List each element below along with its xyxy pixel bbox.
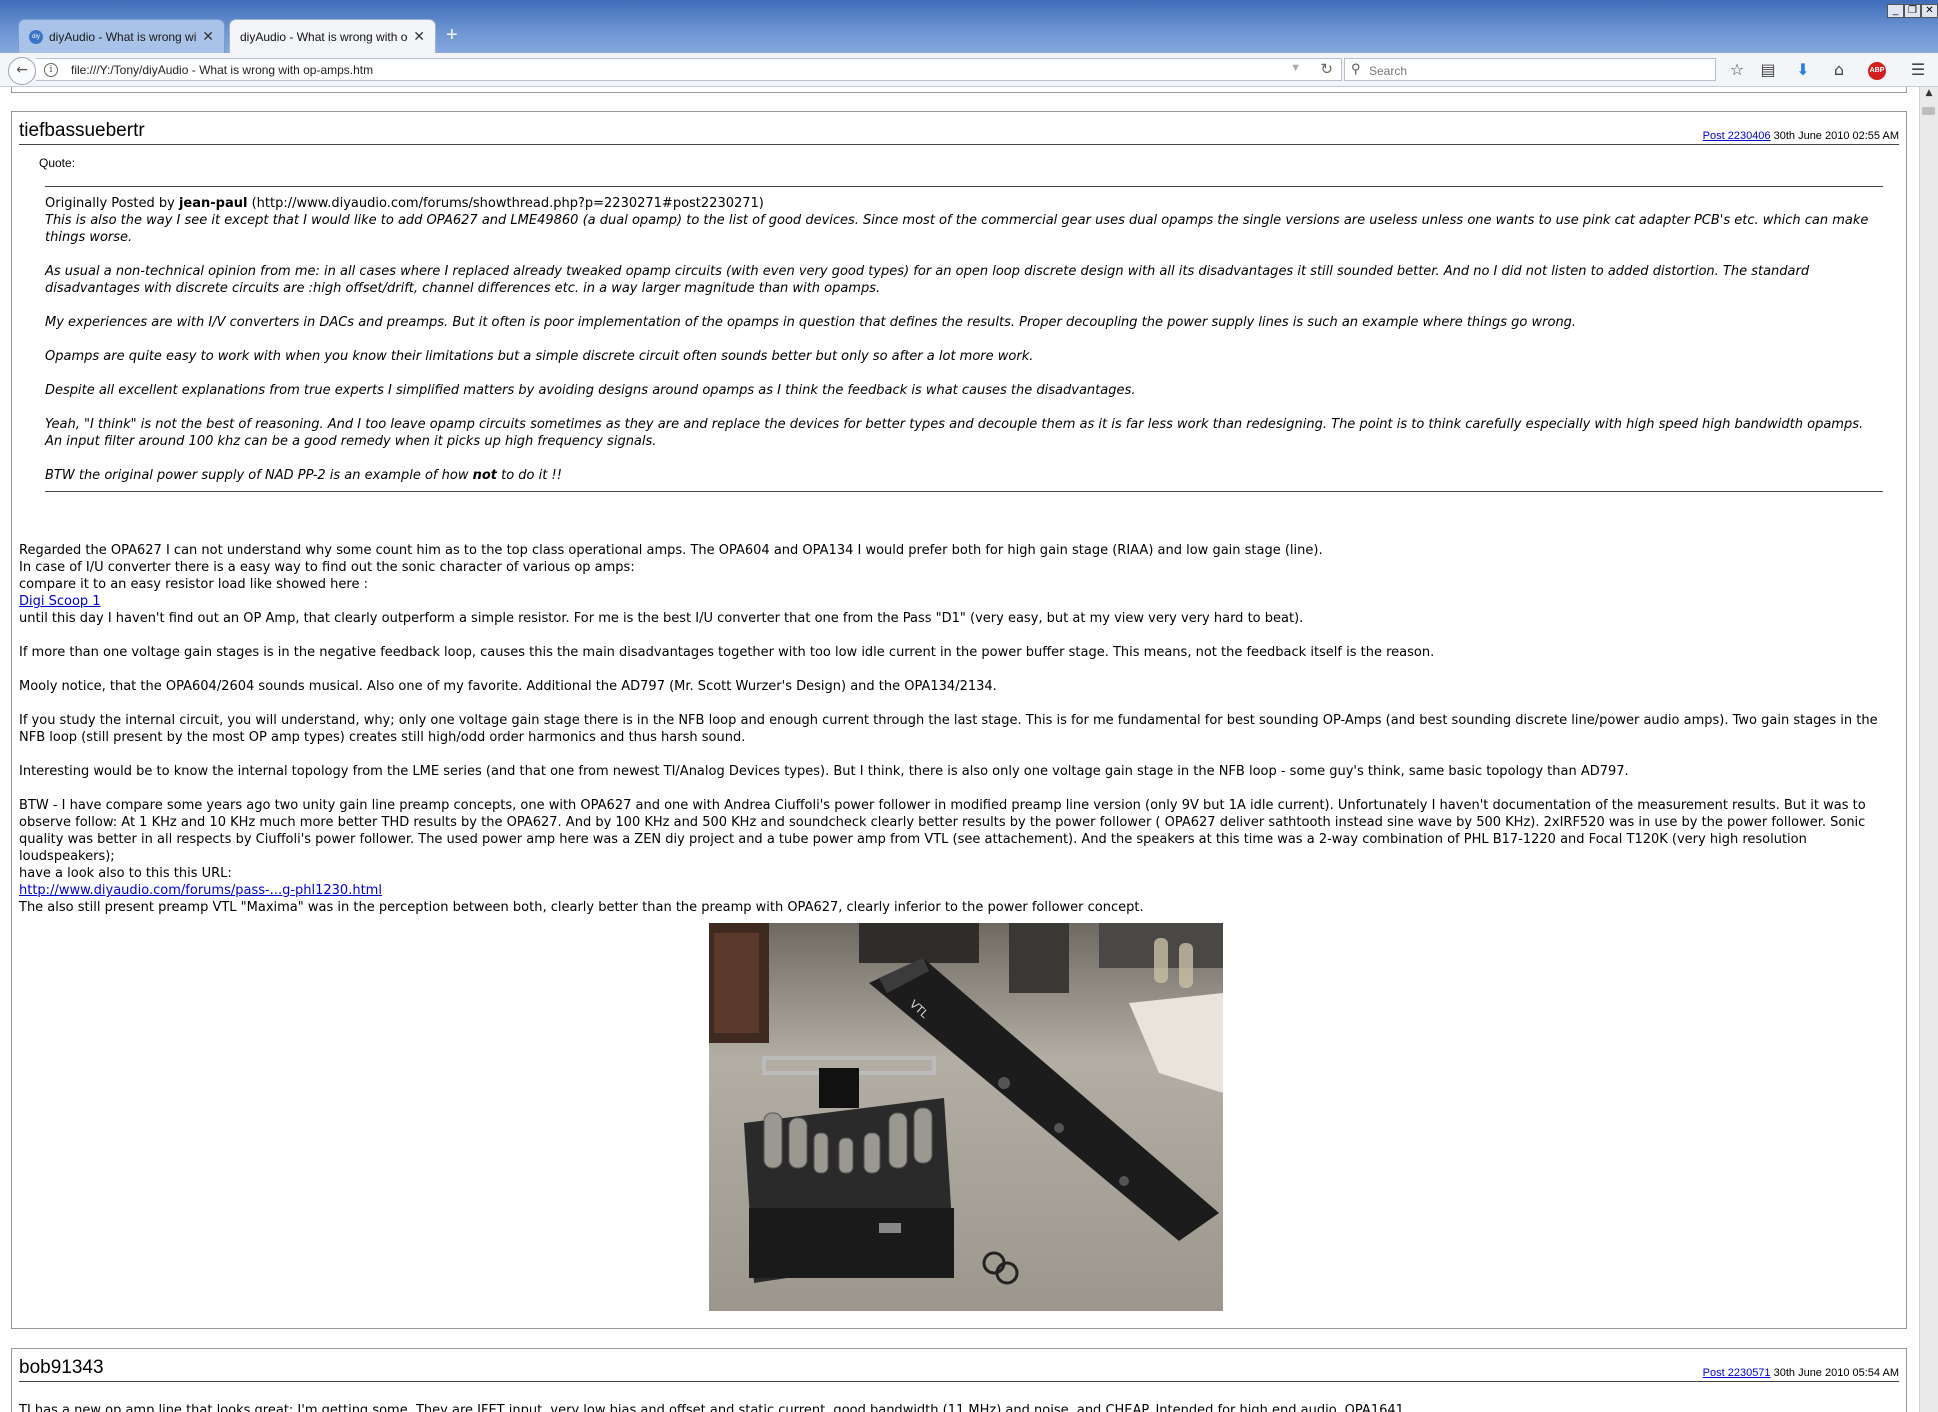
post-author: tiefbassuebertr (19, 120, 145, 141)
post-body: Regarded the OPA627 I can not understand… (19, 542, 1905, 916)
search-icon: ⚲ (1351, 61, 1361, 76)
tab-close-icon[interactable]: ✕ (413, 28, 425, 45)
address-bar[interactable]: i file:///Y:/Tony/diyAudio - What is wro… (36, 58, 1342, 81)
info-icon[interactable]: i (44, 63, 58, 77)
quote-text: to do it !! (496, 468, 562, 483)
tab-title: diyAudio - What is wrong with op-amps (240, 29, 408, 44)
scroll-up-arrow-icon[interactable]: ▲ (1922, 88, 1936, 102)
quote-author: jean-paul (178, 196, 248, 211)
body-paragraph: Interesting would be to know the interna… (19, 764, 1629, 779)
search-input[interactable]: ⚲ Search (1344, 58, 1716, 81)
quote-paragraph: Despite all excellent explanations from … (45, 383, 1136, 398)
adblock-icon[interactable]: ABP (1868, 62, 1886, 80)
post-date: 30th June 2010 05:54 AM (1773, 1367, 1899, 1379)
quote-bold: not (472, 468, 497, 483)
diyaudio-favicon-icon: diy (29, 29, 43, 44)
download-icon[interactable]: ⬇ (1792, 59, 1814, 81)
quote-paragraph: As usual a non-technical opinion from me… (45, 264, 1810, 296)
amplifier-photo-drawing: VTL (709, 923, 1223, 1311)
body-line: Regarded the OPA627 I can not understand… (19, 543, 1323, 558)
maximize-icon[interactable]: ❐ (1904, 4, 1921, 18)
quote-source-url: (http://www.diyaudio.com/forums/showthre… (251, 196, 764, 211)
post-header: tiefbassuebertr Post 2230406 30th June 2… (19, 118, 1899, 145)
previous-post-border (11, 87, 1907, 93)
post-meta: Post 2230406 30th June 2010 02:55 AM (1703, 128, 1899, 145)
title-bar: diy diyAudio - What is wrong with op-amp… (0, 0, 1938, 53)
chevron-down-icon[interactable]: ▼ (1290, 62, 1301, 74)
attached-photo[interactable]: VTL (709, 923, 1223, 1311)
body-line: In case of I/U converter there is a easy… (19, 560, 635, 575)
body-line: until this day I haven't find out an OP … (19, 611, 1304, 626)
quote-text: BTW the original power supply of NAD PP-… (45, 468, 473, 483)
back-arrow-icon[interactable]: ← (8, 57, 36, 85)
body-line: The also still present preamp VTL "Maxim… (19, 900, 1144, 915)
quote-attribution: Originally Posted by jean-paul (http://w… (45, 195, 1883, 212)
forum-post: tiefbassuebertr Post 2230406 30th June 2… (11, 111, 1907, 1329)
post-body: TI has a new op amp line that looks grea… (19, 1403, 1404, 1412)
quote-paragraph: My experiences are with I/V converters i… (45, 315, 1577, 330)
post-meta: Post 2230571 30th June 2010 05:54 AM (1703, 1365, 1899, 1382)
close-window-icon[interactable]: ✕ (1921, 4, 1938, 18)
quote-paragraph: Yeah, "I think" is not the best of reaso… (45, 417, 1864, 449)
quote-paragraph: Opamps are quite easy to work with when … (45, 349, 1034, 364)
post-link[interactable]: Post 2230571 (1703, 1367, 1771, 1379)
body-line: have a look also to this this URL: (19, 866, 232, 881)
body-paragraph: If you study the internal circuit, you w… (19, 713, 1878, 745)
quote-label: Quote: (39, 156, 76, 170)
page-content: tiefbassuebertr Post 2230406 30th June 2… (0, 87, 1919, 1412)
tab-title: diyAudio - What is wrong with op-amps (49, 29, 197, 44)
new-tab-button[interactable]: + (446, 24, 458, 47)
body-line: compare it to an easy resistor load like… (19, 577, 368, 592)
quote-block: Originally Posted by jean-paul (http://w… (45, 186, 1883, 492)
menu-icon[interactable]: ☰ (1907, 59, 1929, 81)
quote-paragraph: BTW the original power supply of NAD PP-… (45, 467, 1883, 484)
navigation-toolbar: ← i file:///Y:/Tony/diyAudio - What is w… (0, 53, 1938, 87)
quote-prefix: Originally Posted by (45, 196, 179, 211)
scrollbar-thumb[interactable] (1922, 107, 1935, 115)
post-header: bob91343 Post 2230571 30th June 2010 05:… (19, 1355, 1899, 1382)
bookmark-star-icon[interactable]: ☆ (1726, 59, 1748, 81)
tab-close-icon[interactable]: ✕ (202, 28, 214, 45)
tab-inactive[interactable]: diy diyAudio - What is wrong with op-amp… (18, 19, 225, 53)
tab-active[interactable]: diyAudio - What is wrong with op-amps ✕ (229, 19, 436, 53)
body-paragraph: BTW - I have compare some years ago two … (19, 798, 1866, 864)
reload-icon[interactable]: ↻ (1320, 60, 1333, 78)
vertical-scrollbar[interactable]: ▲ (1919, 87, 1938, 1412)
post-author: bob91343 (19, 1357, 104, 1378)
url-text[interactable]: file:///Y:/Tony/diyAudio - What is wrong… (71, 63, 373, 77)
body-paragraph: Mooly notice, that the OPA604/2604 sound… (19, 679, 997, 694)
body-paragraph: If more than one voltage gain stages is … (19, 645, 1435, 660)
minimize-icon[interactable]: _ (1887, 4, 1904, 18)
quote-paragraph: This is also the way I see it except tha… (45, 213, 1869, 245)
forum-post: bob91343 Post 2230571 30th June 2010 05:… (11, 1348, 1907, 1412)
digi-scoop-link[interactable]: Digi Scoop 1 (19, 594, 101, 609)
external-url-link[interactable]: http://www.diyaudio.com/forums/pass-...g… (19, 883, 382, 898)
search-placeholder: Search (1369, 64, 1408, 78)
post-link[interactable]: Post 2230406 (1703, 130, 1771, 142)
home-icon[interactable]: ⌂ (1828, 59, 1850, 81)
reading-list-icon[interactable]: ▤ (1757, 59, 1779, 81)
post-date: 30th June 2010 02:55 AM (1773, 130, 1899, 142)
